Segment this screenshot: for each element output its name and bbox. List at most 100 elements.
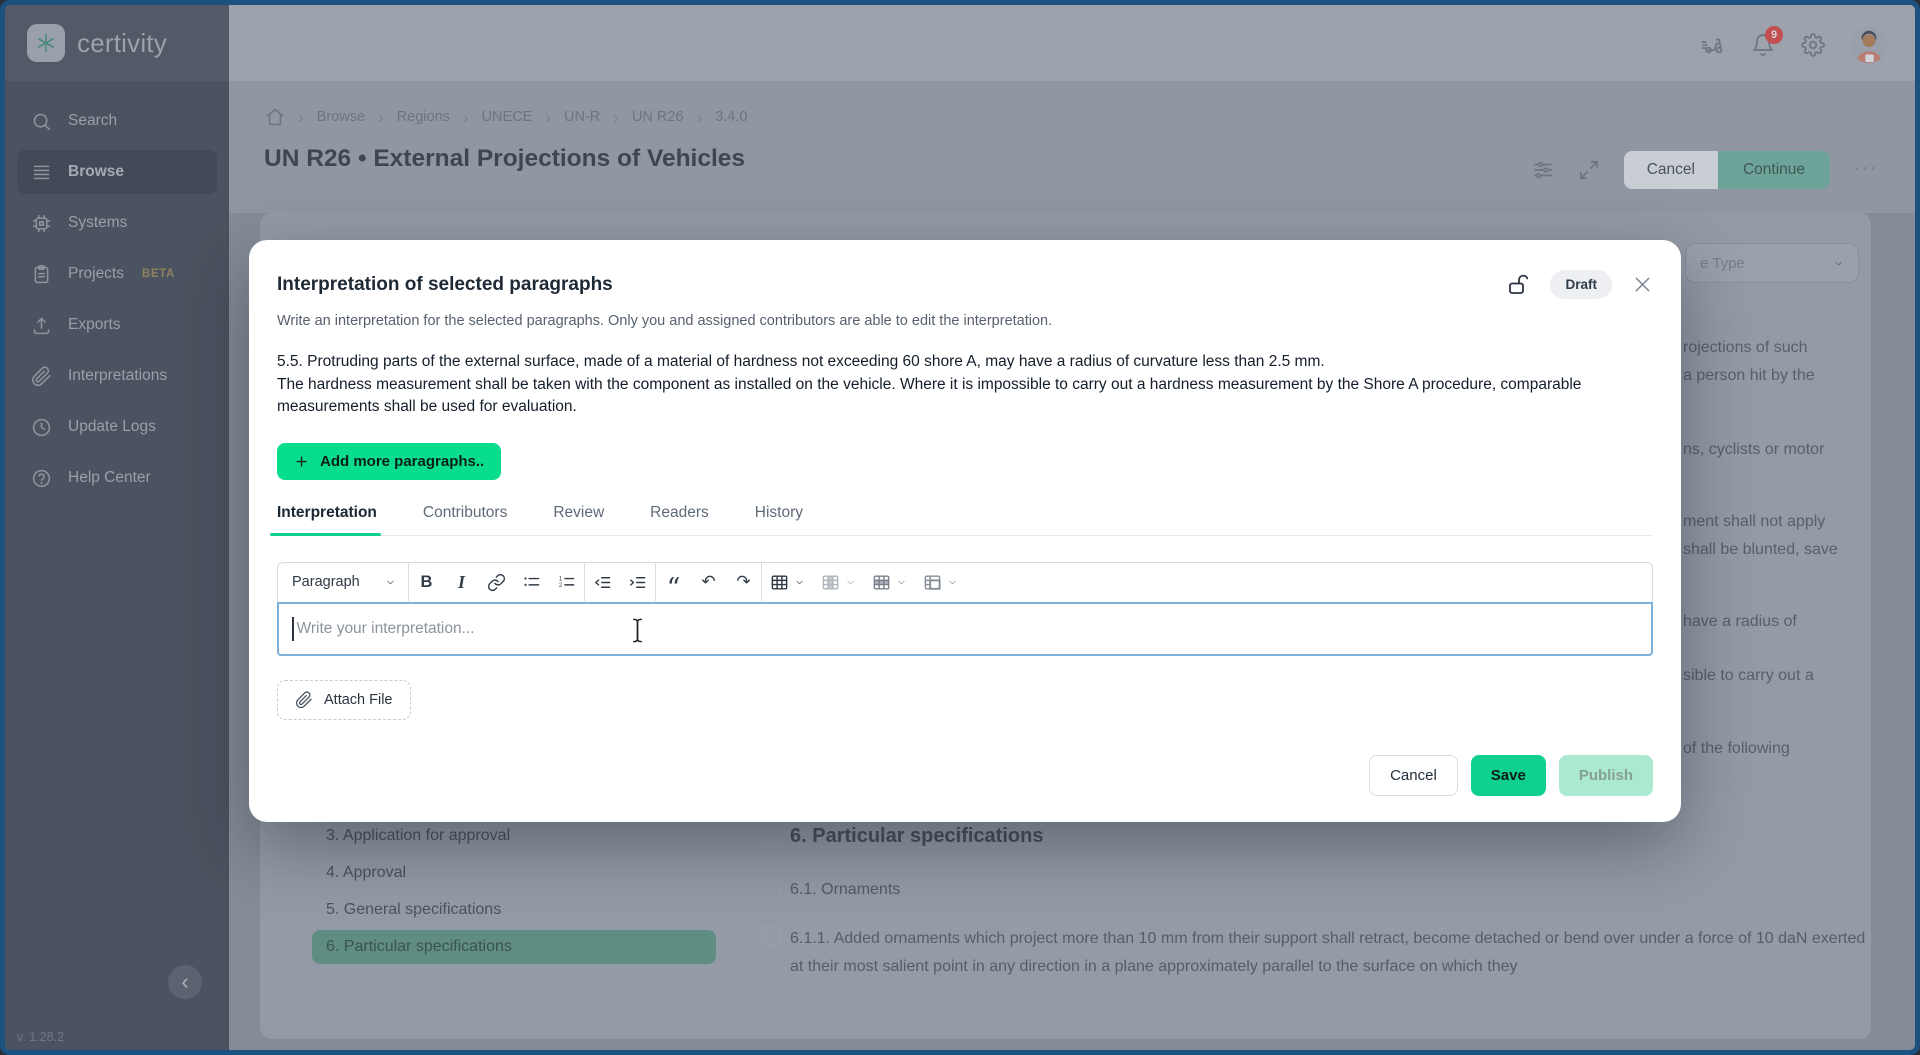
modal-header-actions: Draft — [1506, 270, 1653, 299]
sidebar-item-update-logs[interactable]: Update Logs — [17, 405, 217, 449]
breadcrumb-regions[interactable]: Regions — [397, 109, 450, 125]
italic-button[interactable]: I — [444, 563, 479, 601]
clipped-text-fragment: shall be blunted, save — [1683, 541, 1838, 559]
app-version: v. 1.28.2 — [17, 1030, 64, 1044]
section-heading: 6. Particular specifications — [790, 825, 1043, 848]
sidebar-item-interpretations[interactable]: Interpretations — [17, 354, 217, 398]
chip-icon — [31, 213, 52, 234]
toc-item[interactable]: 3. Application for approval — [312, 819, 716, 853]
modal-publish-button[interactable]: Publish — [1559, 755, 1653, 796]
chevron-down-icon — [845, 577, 856, 588]
clipboard-icon — [31, 264, 52, 285]
toc-item[interactable]: 5. General specifications — [312, 893, 716, 927]
status-badge: Draft — [1550, 270, 1612, 299]
clipped-text-fragment: a person hit by the — [1683, 367, 1815, 385]
search-icon — [31, 111, 52, 132]
chevron-left-icon: ‹ — [181, 971, 188, 993]
sidebar-item-label: Projects — [68, 265, 124, 283]
paragraph-5-5-continued: The hardness measurement shall be taken … — [277, 374, 1653, 419]
tab-review[interactable]: Review — [553, 504, 604, 535]
tab-interpretation[interactable]: Interpretation — [277, 504, 377, 535]
redo-button[interactable]: ↷ — [726, 563, 761, 601]
close-icon[interactable] — [1632, 274, 1653, 295]
chevron-down-icon — [1833, 258, 1844, 269]
bold-button[interactable]: B — [409, 563, 444, 601]
outdent-button[interactable] — [585, 563, 620, 601]
scooter-icon[interactable] — [1701, 33, 1725, 57]
paperclip-icon — [31, 366, 52, 387]
avatar[interactable] — [1851, 27, 1887, 63]
cancel-button-top[interactable]: Cancel — [1624, 151, 1718, 189]
type-filter-select[interactable]: e Type — [1685, 243, 1859, 283]
table-icon — [770, 573, 789, 592]
help-icon — [31, 468, 52, 489]
tab-history[interactable]: History — [755, 504, 803, 535]
sidebar-item-systems[interactable]: Systems — [17, 201, 217, 245]
top-icons: 9 — [1701, 27, 1887, 63]
more-options-button[interactable]: ··· — [1854, 159, 1879, 181]
bulleted-list-button[interactable] — [514, 563, 549, 601]
editor-toolbar: Paragraph B I 12 “ ↶ ↷ — [277, 562, 1653, 602]
tab-contributors[interactable]: Contributors — [423, 504, 507, 535]
block-format-select[interactable]: Paragraph — [278, 563, 408, 602]
paragraph-6-1: 6.1. Ornaments — [790, 881, 900, 899]
gear-icon[interactable] — [1801, 33, 1825, 57]
attach-file-button[interactable]: Attach File — [277, 680, 411, 720]
expand-icon[interactable] — [1578, 159, 1600, 181]
notifications-button[interactable]: 9 — [1751, 33, 1775, 57]
clipped-text-fragment: of the following — [1683, 740, 1790, 758]
sidebar-item-label: Systems — [68, 214, 127, 232]
home-icon[interactable] — [265, 107, 285, 127]
clock-icon — [31, 417, 52, 438]
certivity-logo-icon — [27, 24, 65, 62]
undo-button[interactable]: ↶ — [691, 563, 726, 601]
attach-button-label: Attach File — [324, 692, 393, 708]
continue-button[interactable]: Continue — [1718, 151, 1830, 189]
sidebar-item-search[interactable]: Search — [17, 99, 217, 143]
breadcrumb-unece[interactable]: UNECE — [482, 109, 533, 125]
logo[interactable]: certivity — [5, 5, 229, 81]
browse-menu-icon — [31, 162, 52, 183]
breadcrumb-version[interactable]: 3.4.0 — [715, 109, 747, 125]
filter-sliders-icon[interactable] — [1532, 159, 1554, 181]
table-row-button[interactable] — [864, 563, 915, 601]
avatar-image — [1851, 27, 1887, 63]
link-button[interactable] — [479, 563, 514, 601]
toc-item[interactable]: 4. Approval — [312, 856, 716, 890]
sidebar-collapse-button[interactable]: ‹ — [168, 965, 202, 999]
sidebar-item-label: Interpretations — [68, 367, 167, 385]
beta-badge: BETA — [142, 268, 175, 280]
interpretation-editor[interactable]: Write your interpretation... — [277, 602, 1653, 656]
clipped-text-fragment: rojections of such — [1683, 339, 1808, 357]
type-filter-label: e Type — [1700, 255, 1745, 272]
sidebar-item-browse[interactable]: Browse — [17, 150, 217, 194]
indent-button[interactable] — [620, 563, 655, 601]
tab-readers[interactable]: Readers — [650, 504, 709, 535]
cancel-continue-group: Cancel Continue — [1624, 151, 1830, 189]
paragraph-checkbox[interactable] — [762, 829, 781, 848]
breadcrumb-browse[interactable]: Browse — [317, 109, 365, 125]
merge-cells-button[interactable] — [915, 563, 966, 601]
sidebar-item-help-center[interactable]: Help Center — [17, 456, 217, 500]
merge-cells-icon — [923, 573, 942, 592]
selected-paragraphs: 5.5. Protruding parts of the external su… — [277, 351, 1653, 419]
sidebar-item-projects[interactable]: Projects BETA — [17, 252, 217, 296]
modal-subtitle: Write an interpretation for the selected… — [277, 313, 1653, 329]
paragraph-checkbox[interactable] — [762, 926, 781, 945]
modal-save-button[interactable]: Save — [1471, 755, 1546, 796]
blockquote-button[interactable]: “ — [656, 563, 691, 601]
insert-table-button[interactable] — [762, 563, 813, 601]
toc-item-selected[interactable]: 6. Particular specifications — [312, 930, 716, 964]
lock-open-icon[interactable] — [1506, 273, 1530, 297]
notification-count-badge: 9 — [1765, 26, 1783, 44]
text-caret — [292, 617, 294, 641]
breadcrumb-un-r26[interactable]: UN R26 — [632, 109, 684, 125]
table-column-button[interactable] — [813, 563, 864, 601]
numbered-list-button[interactable]: 12 — [549, 563, 584, 601]
sidebar-item-exports[interactable]: Exports — [17, 303, 217, 347]
add-more-paragraphs-button[interactable]: Add more paragraphs.. — [277, 443, 501, 480]
paragraph-checkbox[interactable] — [762, 881, 781, 900]
modal-cancel-button[interactable]: Cancel — [1369, 755, 1458, 796]
breadcrumb-un-r[interactable]: UN-R — [564, 109, 600, 125]
chevron-right-icon: › — [378, 109, 384, 126]
